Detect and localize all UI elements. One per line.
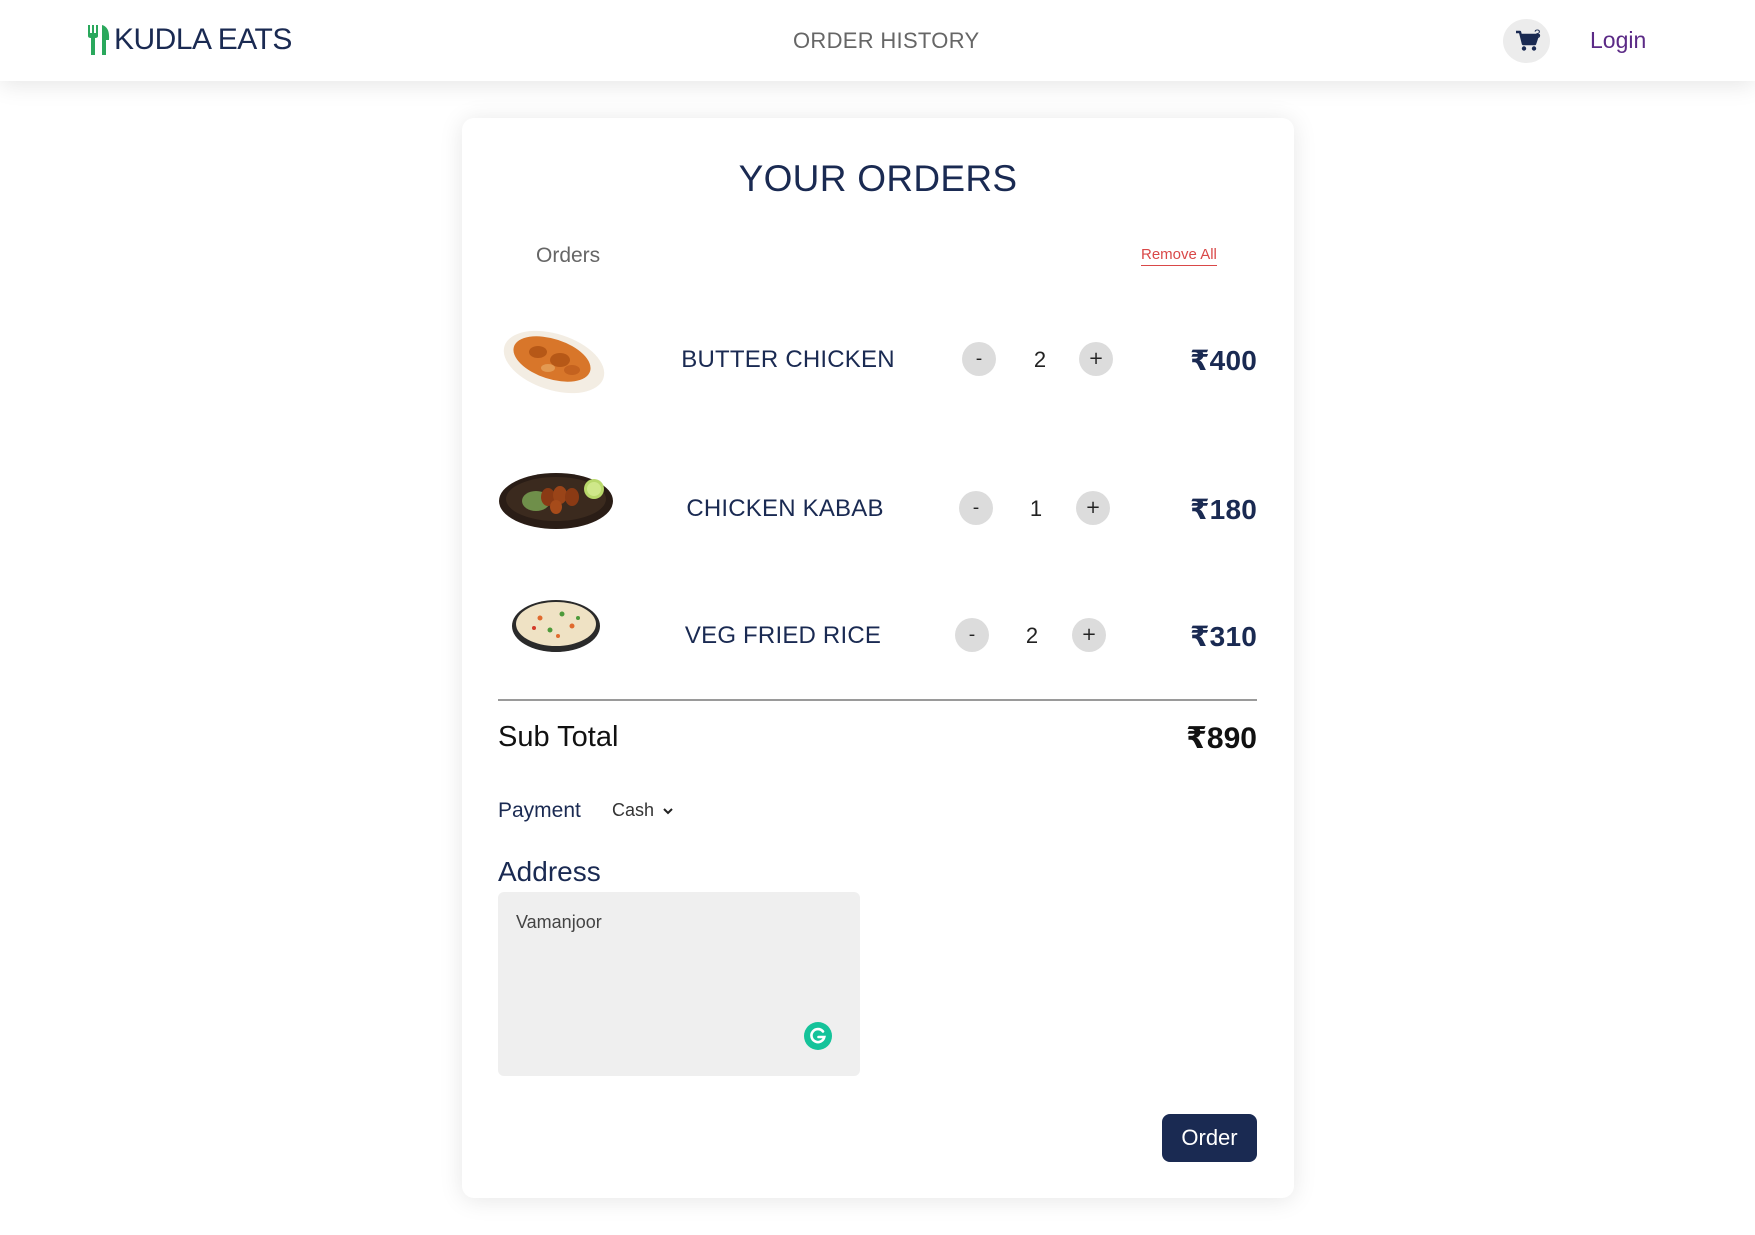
item-name: CHICKEN KABAB: [686, 495, 884, 522]
cart-item: CHICKEN KABAB - 1 + ₹180: [462, 455, 1294, 555]
item-price: ₹310: [1190, 621, 1257, 652]
increase-qty-button[interactable]: +: [1076, 491, 1110, 525]
nav-order-history[interactable]: ORDER HISTORY: [793, 28, 979, 54]
page-title: YOUR ORDERS: [738, 158, 1018, 199]
payment-label: Payment: [498, 799, 581, 822]
item-name: VEG FRIED RICE: [684, 622, 882, 649]
veg-fried-rice-image: [512, 600, 600, 652]
item-quantity: 2: [1033, 347, 1047, 372]
item-price: ₹180: [1190, 494, 1257, 525]
grammarly-icon[interactable]: [804, 1022, 832, 1050]
butter-chicken-image: [503, 330, 605, 394]
increase-qty-button[interactable]: +: [1072, 618, 1106, 652]
cart-item: BUTTER CHICKEN - 2 + ₹400: [462, 306, 1294, 406]
payment-selected-value: Cash: [612, 800, 655, 820]
payment-select[interactable]: Cash: [612, 800, 674, 821]
cart-button[interactable]: [1503, 19, 1550, 63]
item-name: BUTTER CHICKEN: [681, 346, 895, 373]
chevron-down-icon: [663, 807, 673, 814]
brand-name: KUDLA EATS: [114, 23, 292, 56]
cart-count-badge: 3: [1534, 27, 1541, 41]
navbar: KUDLA EATS ORDER HISTORY 3 Login: [0, 0, 1755, 81]
cart-item: VEG FRIED RICE - 2 + ₹310: [462, 582, 1294, 682]
item-quantity: 1: [1029, 496, 1043, 521]
increase-qty-button[interactable]: +: [1079, 342, 1113, 376]
divider: [498, 699, 1257, 701]
decrease-qty-button[interactable]: -: [962, 342, 996, 376]
fork-knife-icon: [88, 25, 110, 55]
address-label: Address: [498, 856, 601, 887]
login-link[interactable]: Login: [1590, 27, 1646, 54]
brand[interactable]: KUDLA EATS: [86, 22, 292, 58]
subtotal-value: ₹890: [1186, 722, 1257, 755]
item-price: ₹400: [1190, 345, 1257, 376]
item-quantity: 2: [1025, 623, 1039, 648]
decrease-qty-button[interactable]: -: [959, 491, 993, 525]
order-button[interactable]: Order: [1162, 1114, 1257, 1162]
remove-all-button[interactable]: Remove All: [1141, 246, 1217, 266]
orders-label: Orders: [536, 244, 601, 267]
orders-card: YOUR ORDERS Orders Remove All BUTTER CHI…: [462, 118, 1294, 1198]
subtotal-label: Sub Total: [498, 721, 619, 753]
decrease-qty-button[interactable]: -: [955, 618, 989, 652]
chicken-kabab-image: [499, 473, 613, 529]
